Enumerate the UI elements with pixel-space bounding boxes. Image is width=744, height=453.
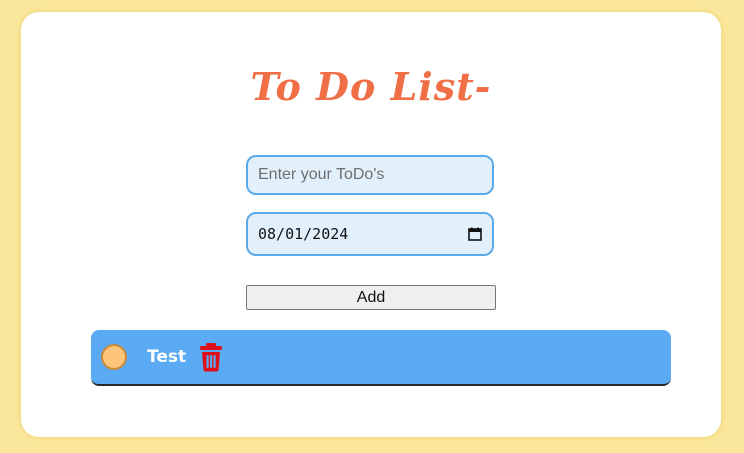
todo-item: Test [91, 330, 671, 386]
trash-icon[interactable] [198, 342, 224, 372]
page-title: To Do List- [250, 64, 492, 109]
calendar-icon[interactable] [468, 227, 482, 241]
todo-card: To Do List- 08/01/2024 Add Test [21, 12, 721, 437]
add-button[interactable]: Add [246, 285, 496, 310]
todo-list: Test [91, 330, 671, 386]
todo-item-text: Test [147, 347, 187, 367]
circle-checkbox-icon[interactable] [101, 344, 127, 370]
date-value[interactable]: 08/01/2024 [258, 225, 468, 243]
date-input[interactable]: 08/01/2024 [246, 212, 494, 256]
todo-text-input[interactable] [246, 155, 494, 195]
